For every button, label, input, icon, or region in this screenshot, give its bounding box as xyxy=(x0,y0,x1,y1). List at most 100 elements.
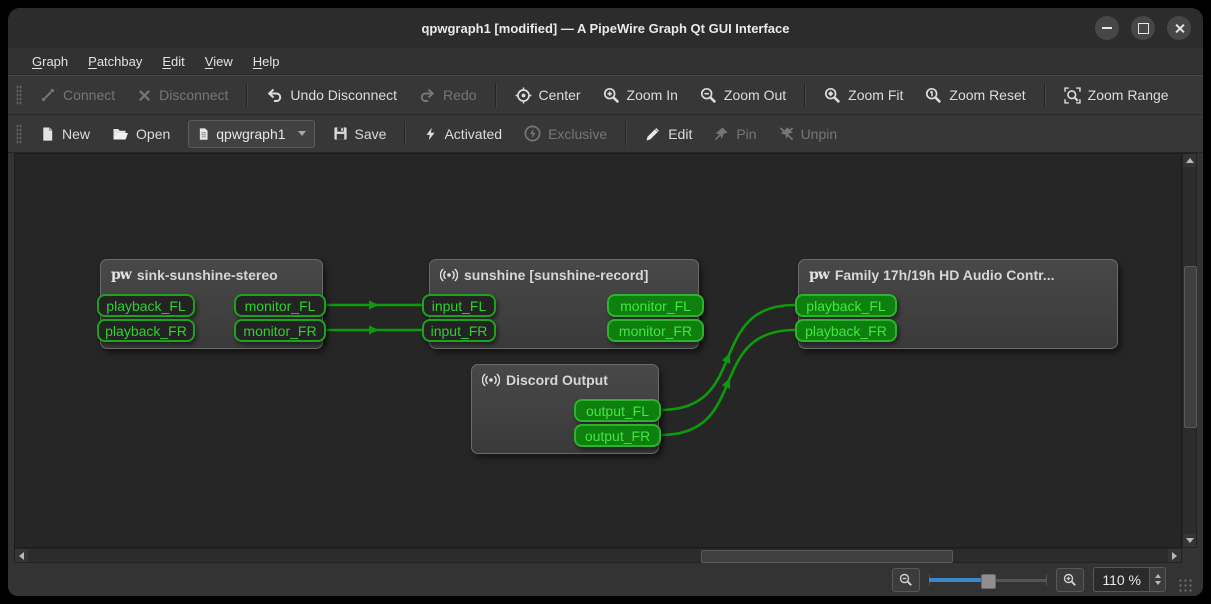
new-button[interactable]: New xyxy=(30,119,100,149)
statusbar: 110 % xyxy=(8,563,1203,596)
pin-label: Pin xyxy=(736,125,757,142)
activated-button[interactable]: Activated xyxy=(414,119,512,149)
chevron-down-icon xyxy=(297,131,306,136)
app-window: qpwgraph1 [modified] — A PipeWire Graph … xyxy=(8,8,1203,596)
port-monitor-fl[interactable]: monitor_FL xyxy=(234,294,326,317)
new-label: New xyxy=(62,125,91,142)
horizontal-scroll-handle[interactable] xyxy=(701,550,953,563)
stream-icon xyxy=(482,372,500,388)
port-playback-fr[interactable]: playback_FR xyxy=(795,319,897,342)
open-button[interactable]: Open xyxy=(102,119,180,149)
menu-view[interactable]: View xyxy=(195,51,243,72)
edit-button[interactable]: Edit xyxy=(635,119,702,149)
node-header: pw sink-sunshine-stereo xyxy=(101,260,322,283)
node-title: sunshine [sunshine-record] xyxy=(464,267,649,283)
connect-button[interactable]: Connect xyxy=(30,80,125,110)
patchbay-selector[interactable]: qpwgraph1 xyxy=(188,119,315,148)
graph-canvas[interactable]: pw sink-sunshine-stereo sunshine [sunshi… xyxy=(14,153,1182,548)
port-input-fl[interactable]: input_FL xyxy=(422,294,496,317)
disconnect-icon xyxy=(137,88,152,103)
spin-down-icon xyxy=(1154,581,1161,585)
node-title: Family 17h/19h HD Audio Contr... xyxy=(834,267,1055,283)
scroll-left-button[interactable] xyxy=(15,549,28,562)
zoom-fit-label: Zoom Fit xyxy=(848,87,904,103)
disconnect-label: Disconnect xyxy=(159,87,229,103)
spin-up-icon xyxy=(1154,574,1161,578)
activated-label: Activated xyxy=(444,125,503,142)
redo-label: Redo xyxy=(443,87,477,103)
scroll-up-button[interactable] xyxy=(1183,154,1196,167)
circled-bolt-icon xyxy=(524,125,541,142)
arrow-right-icon xyxy=(1172,551,1177,560)
save-button[interactable]: Save xyxy=(323,119,397,149)
port-playback-fl[interactable]: playback_FL xyxy=(795,294,897,317)
zoom-slider[interactable] xyxy=(929,571,1048,589)
port-monitor-fl[interactable]: monitor_FL xyxy=(607,294,704,317)
zoom-reset-button[interactable]: Zoom Reset xyxy=(915,80,1035,110)
zoom-fit-button[interactable]: Zoom Fit xyxy=(814,80,913,110)
connect-label: Connect xyxy=(63,87,116,103)
vertical-scrollbar[interactable] xyxy=(1182,153,1197,548)
disconnect-button[interactable]: Disconnect xyxy=(127,80,238,110)
menu-graph[interactable]: Graph xyxy=(22,51,78,72)
zoom-in-label: Zoom In xyxy=(626,87,678,103)
pipewire-icon: pw xyxy=(111,267,132,283)
scroll-down-button[interactable] xyxy=(1183,534,1196,547)
document-icon xyxy=(197,127,210,141)
minimize-button[interactable] xyxy=(1095,16,1119,40)
pin-button[interactable]: Pin xyxy=(704,119,766,149)
toolbar-drag-handle[interactable] xyxy=(16,123,22,144)
toolbar-separator xyxy=(246,83,249,107)
window-title: qpwgraph1 [modified] — A PipeWire Graph … xyxy=(421,20,790,36)
open-label: Open xyxy=(136,125,171,142)
zoom-in-icon xyxy=(603,87,620,104)
horizontal-scrollbar[interactable] xyxy=(14,548,1182,563)
patchbay-selector-value: qpwgraph1 xyxy=(216,125,286,142)
node-header: Discord Output xyxy=(472,365,658,388)
node-header: pw Family 17h/19h HD Audio Contr... xyxy=(799,260,1117,283)
close-button[interactable] xyxy=(1167,16,1191,40)
window-controls xyxy=(1095,16,1191,40)
statusbar-zoom-out-button[interactable] xyxy=(892,567,921,592)
zoom-out-label: Zoom Out xyxy=(723,87,787,103)
zoom-out-icon xyxy=(700,87,717,104)
spin-buttons[interactable] xyxy=(1149,568,1165,591)
undo-disconnect-button[interactable]: Undo Disconnect xyxy=(256,80,407,110)
menu-help[interactable]: Help xyxy=(243,51,290,72)
port-playback-fl[interactable]: playback_FL xyxy=(97,294,195,317)
pencil-icon xyxy=(645,126,661,142)
menu-patchbay[interactable]: Patchbay xyxy=(78,51,152,72)
zoom-in-button[interactable]: Zoom In xyxy=(593,80,688,110)
toolbar-drag-handle[interactable] xyxy=(16,85,22,105)
exclusive-button[interactable]: Exclusive xyxy=(514,119,617,149)
zoom-range-button[interactable]: Zoom Range xyxy=(1054,80,1179,110)
redo-icon xyxy=(419,87,436,103)
zoom-out-button[interactable]: Zoom Out xyxy=(690,80,796,110)
port-input-fr[interactable]: input_FR xyxy=(422,319,496,342)
zoom-range-label: Zoom Range xyxy=(1087,87,1169,103)
statusbar-zoom-in-button[interactable] xyxy=(1056,567,1085,592)
zoom-slider-handle[interactable] xyxy=(981,573,997,589)
port-output-fr[interactable]: output_FR xyxy=(574,424,661,447)
scroll-right-button[interactable] xyxy=(1168,549,1181,562)
pin-icon xyxy=(714,126,729,141)
arrow-up-icon xyxy=(1185,158,1194,163)
port-playback-fr[interactable]: playback_FR xyxy=(97,319,195,342)
redo-button[interactable]: Redo xyxy=(409,80,486,110)
window-resize-grip[interactable] xyxy=(1179,579,1193,593)
maximize-button[interactable] xyxy=(1131,16,1155,40)
zoom-in-icon xyxy=(1063,573,1077,587)
port-output-fl[interactable]: output_FL xyxy=(574,399,661,422)
zoom-percent-spinbox[interactable]: 110 % xyxy=(1093,567,1166,592)
menu-edit[interactable]: Edit xyxy=(152,51,194,72)
port-monitor-fr[interactable]: monitor_FR xyxy=(607,319,704,342)
toolbar-separator xyxy=(804,83,807,107)
center-button[interactable]: Center xyxy=(505,80,591,110)
close-icon xyxy=(1174,23,1185,34)
open-folder-icon xyxy=(112,126,129,142)
zoom-slider-fill xyxy=(929,577,988,582)
vertical-scroll-handle[interactable] xyxy=(1184,266,1197,428)
scrollbar-corner xyxy=(1182,548,1197,563)
port-monitor-fr[interactable]: monitor_FR xyxy=(234,319,326,342)
unpin-button[interactable]: Unpin xyxy=(769,119,848,149)
